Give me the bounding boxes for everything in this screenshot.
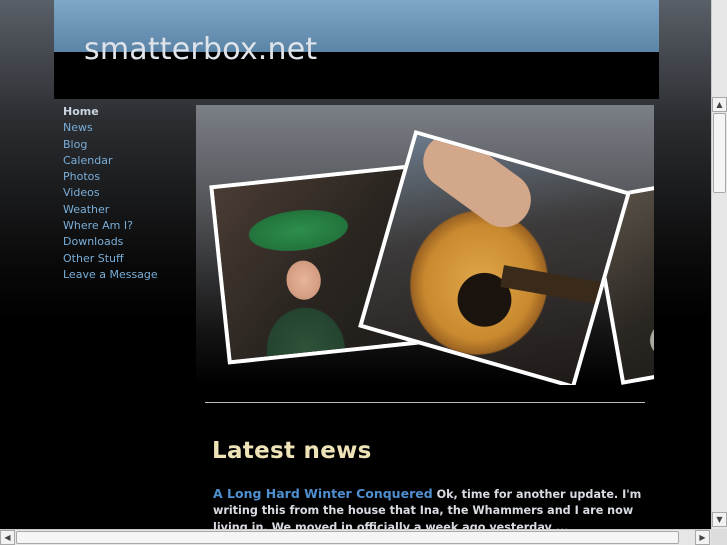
nav-item-videos: Videos [63,185,193,201]
news-item-title-link[interactable]: A Long Hard Winter Conquered [213,486,433,501]
nav-link-photos[interactable]: Photos [63,170,100,183]
scrollbar-corner [711,529,727,545]
latest-news-heading: Latest news [212,438,372,464]
nav-link-leave-a-message[interactable]: Leave a Message [63,268,158,281]
nav-item-blog: Blog [63,137,193,153]
site-title-link[interactable]: smatterbox.net [84,32,317,67]
nav-link-news[interactable]: News [63,121,93,134]
horizontal-scroll-thumb[interactable] [16,531,679,544]
main-navigation: Home News Blog Calendar Photos Videos We… [63,104,193,283]
nav-item-leave-a-message: Leave a Message [63,267,193,283]
vertical-scrollbar[interactable]: ▲ ▼ [711,0,727,529]
site-header: smatterbox.net [54,0,659,99]
nav-item-weather: Weather [63,202,193,218]
nav-item-where-am-i: Where Am I? [63,218,193,234]
scroll-left-icon[interactable]: ◀ [0,530,15,545]
content-divider [205,402,645,403]
nav-item-news: News [63,120,193,136]
vertical-scroll-thumb[interactable] [713,113,726,193]
nav-link-where-am-i[interactable]: Where Am I? [63,219,133,232]
nav-item-other-stuff: Other Stuff [63,251,193,267]
nav-item-downloads: Downloads [63,234,193,250]
nav-link-downloads[interactable]: Downloads [63,235,123,248]
scroll-right-icon[interactable]: ▶ [695,530,710,545]
nav-item-photos: Photos [63,169,193,185]
nav-link-home[interactable]: Home [63,105,99,118]
scrollbar-track-top[interactable] [712,0,727,97]
nav-item-home: Home [63,104,193,120]
scroll-up-icon[interactable]: ▲ [712,97,727,112]
nav-link-videos[interactable]: Videos [63,186,100,199]
nav-link-blog[interactable]: Blog [63,138,87,151]
horizontal-scrollbar[interactable]: ◀ ▶ [0,529,711,545]
nav-link-weather[interactable]: Weather [63,203,109,216]
scroll-down-icon[interactable]: ▼ [712,512,727,527]
photo-collage-banner [196,105,654,385]
page-viewport: smatterbox.net Home News Blog Calendar P… [0,0,711,529]
nav-link-other-stuff[interactable]: Other Stuff [63,252,124,265]
news-item: A Long Hard Winter Conquered Ok, time fo… [213,486,643,529]
nav-link-calendar[interactable]: Calendar [63,154,112,167]
nav-item-calendar: Calendar [63,153,193,169]
